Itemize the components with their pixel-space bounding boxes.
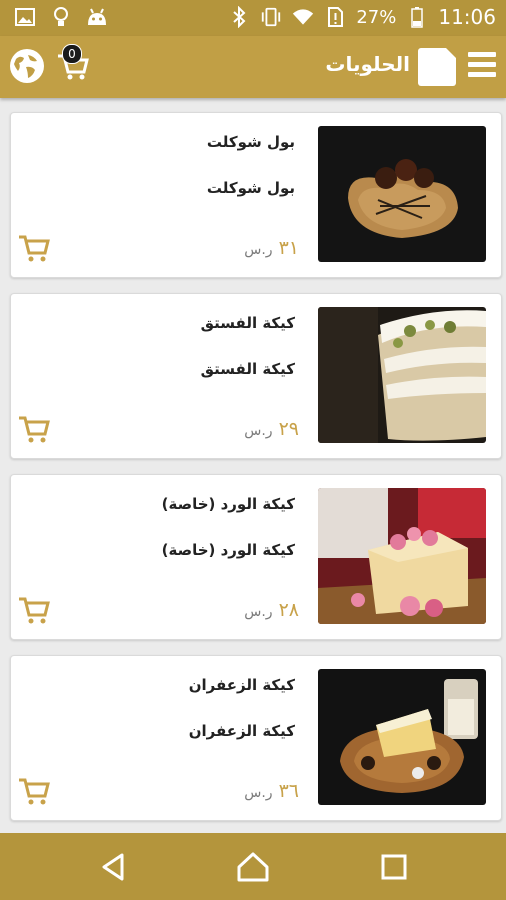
price-value: ٢٨: [278, 599, 299, 621]
product-price: ٣١ ر.س: [244, 237, 299, 259]
battery-icon: [406, 6, 428, 28]
battery-percent: 27%: [356, 6, 397, 28]
product-description: بول شوكلت: [206, 179, 295, 197]
cart-count-badge: 0: [62, 44, 82, 64]
bluetooth-icon: [228, 6, 250, 28]
product-image: [318, 488, 486, 624]
no-sim-icon: [324, 6, 346, 28]
menu-icon[interactable]: [468, 52, 496, 80]
status-bar: 27% 11:06: [0, 0, 506, 36]
product-name: كيكة الزعفران: [188, 676, 295, 694]
product-description: كيكة الفستق: [200, 360, 295, 378]
product-image: [318, 669, 486, 805]
lightbulb-icon: [50, 6, 72, 28]
back-icon[interactable]: [96, 849, 132, 885]
android-icon: [86, 6, 108, 28]
recents-icon[interactable]: [376, 849, 412, 885]
product-price: ٢٨ ر.س: [244, 599, 299, 621]
product-name: كيكة الورد (خاصة): [161, 495, 295, 513]
navigation-bar: [0, 833, 506, 900]
product-description: كيكة الزعفران: [188, 722, 295, 740]
clock: 11:06: [438, 5, 496, 29]
add-to-cart-icon[interactable]: [17, 412, 51, 446]
product-description: كيكة الورد (خاصة): [161, 541, 295, 559]
product-image: [318, 126, 486, 262]
product-card[interactable]: كيكة الورد (خاصة) كيكة الورد (خاصة) ٢٨ ر.…: [10, 474, 502, 640]
product-image: [318, 307, 486, 443]
home-icon[interactable]: [235, 849, 271, 885]
vibrate-icon: [260, 6, 282, 28]
product-price: ٣٦ ر.س: [244, 780, 299, 802]
price-value: ٣٦: [278, 780, 299, 802]
add-to-cart-icon[interactable]: [17, 231, 51, 265]
currency-label: ر.س: [244, 604, 273, 620]
app-bar: 0 الحلويات: [0, 36, 506, 98]
image-icon: [14, 6, 36, 28]
price-value: ٣١: [278, 237, 299, 259]
price-value: ٢٩: [278, 418, 299, 440]
product-name: بول شوكلت: [206, 133, 295, 151]
add-to-cart-icon[interactable]: [17, 774, 51, 808]
add-to-cart-icon[interactable]: [17, 593, 51, 627]
currency-label: ر.س: [244, 785, 273, 801]
globe-icon[interactable]: [8, 47, 46, 85]
logo: [418, 48, 456, 86]
wifi-icon: [292, 6, 314, 28]
product-price: ٢٩ ر.س: [244, 418, 299, 440]
page-title: الحلويات: [325, 52, 410, 76]
product-card[interactable]: كيكة الفستق كيكة الفستق ٢٩ ر.س: [10, 293, 502, 459]
currency-label: ر.س: [244, 423, 273, 439]
currency-label: ر.س: [244, 242, 273, 258]
product-card[interactable]: بول شوكلت بول شوكلت ٣١ ر.س: [10, 112, 502, 278]
product-card[interactable]: كيكة الزعفران كيكة الزعفران ٣٦ ر.س: [10, 655, 502, 821]
product-name: كيكة الفستق: [200, 314, 295, 332]
